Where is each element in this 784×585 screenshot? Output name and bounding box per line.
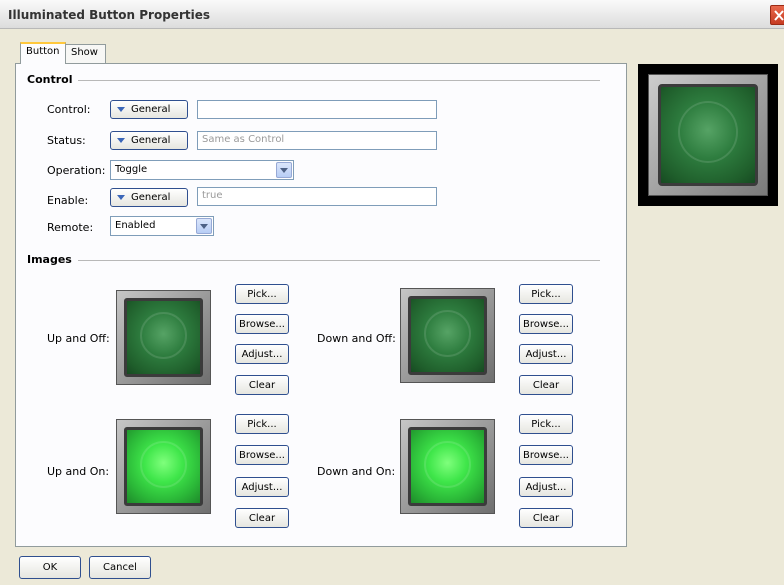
down-on-pick-button[interactable]: Pick... <box>519 414 573 434</box>
ok-button[interactable]: OK <box>19 556 81 579</box>
up-off-browse-button[interactable]: Browse... <box>235 314 289 334</box>
up-off-adjust-button[interactable]: Adjust... <box>235 344 289 364</box>
button-preview <box>638 64 778 206</box>
enable-label: Enable: <box>47 194 89 207</box>
up-on-adjust-button[interactable]: Adjust... <box>235 477 289 497</box>
operation-value: Toggle <box>115 164 148 175</box>
up-off-clear-button[interactable]: Clear <box>235 375 289 395</box>
down-off-clear-button[interactable]: Clear <box>519 375 573 395</box>
title-bar: Illuminated Button Properties <box>0 0 784 29</box>
up-on-pick-button[interactable]: Pick... <box>235 414 289 434</box>
control-section-title: Control <box>27 73 73 86</box>
control-divider <box>78 80 600 81</box>
down-off-label: Down and Off: <box>317 332 396 345</box>
control-label: Control: <box>47 103 91 116</box>
images-section-title: Images <box>27 253 72 266</box>
down-on-adjust-button[interactable]: Adjust... <box>519 477 573 497</box>
status-label: Status: <box>47 134 86 147</box>
up-on-label: Up and On: <box>47 465 110 478</box>
up-off-label: Up and Off: <box>47 332 110 345</box>
enable-general-label: General <box>131 192 171 203</box>
down-on-label: Down and On: <box>317 465 396 478</box>
chevron-down-icon <box>276 162 292 178</box>
status-general-button[interactable]: General <box>110 131 188 150</box>
up-off-pick-button[interactable]: Pick... <box>235 284 289 304</box>
enable-field[interactable]: true <box>197 187 437 206</box>
operation-select[interactable]: Toggle <box>110 160 294 180</box>
chevron-down-icon <box>196 218 212 234</box>
triangle-down-icon <box>117 195 125 200</box>
control-general-label: General <box>131 104 171 115</box>
tab-button[interactable]: Button <box>20 42 66 64</box>
control-field[interactable] <box>197 100 437 119</box>
down-on-browse-button[interactable]: Browse... <box>519 445 573 465</box>
triangle-down-icon <box>117 138 125 143</box>
up-on-image <box>116 419 211 514</box>
down-off-browse-button[interactable]: Browse... <box>519 314 573 334</box>
up-on-browse-button[interactable]: Browse... <box>235 445 289 465</box>
up-on-clear-button[interactable]: Clear <box>235 508 289 528</box>
down-off-adjust-button[interactable]: Adjust... <box>519 344 573 364</box>
remote-label: Remote: <box>47 221 94 234</box>
cancel-button[interactable]: Cancel <box>89 556 151 579</box>
tab-button-label: Button <box>26 46 60 57</box>
close-icon <box>774 10 784 21</box>
images-divider <box>78 260 600 261</box>
tab-show-label: Show <box>71 47 98 58</box>
operation-label: Operation: <box>47 164 106 177</box>
remote-value: Enabled <box>115 220 156 231</box>
control-general-button[interactable]: General <box>110 100 188 119</box>
status-general-label: General <box>131 135 171 146</box>
enable-general-button[interactable]: General <box>110 188 188 207</box>
down-on-clear-button[interactable]: Clear <box>519 508 573 528</box>
window-title: Illuminated Button Properties <box>8 8 210 22</box>
remote-select[interactable]: Enabled <box>110 216 214 236</box>
up-off-image <box>116 290 211 385</box>
down-on-image <box>400 419 495 514</box>
status-field[interactable]: Same as Control <box>197 131 437 150</box>
tab-show[interactable]: Show <box>65 44 106 63</box>
down-off-image <box>400 288 495 383</box>
triangle-down-icon <box>117 107 125 112</box>
down-off-pick-button[interactable]: Pick... <box>519 284 573 304</box>
close-button[interactable] <box>770 5 784 25</box>
